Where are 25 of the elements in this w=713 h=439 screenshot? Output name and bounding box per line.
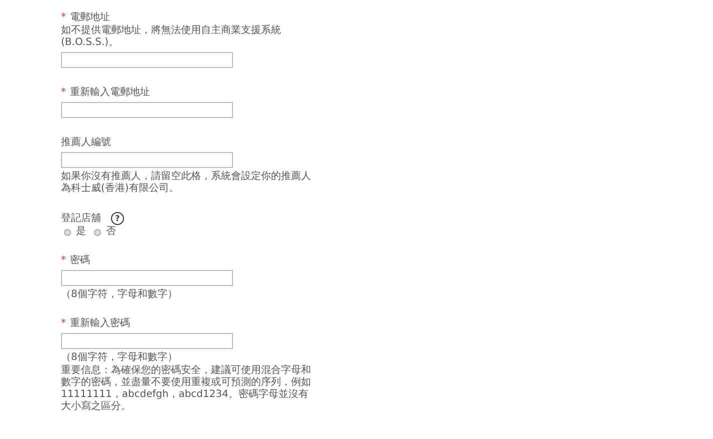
field-label: 電郵地址	[70, 12, 110, 24]
input-field[interactable]	[61, 102, 233, 118]
help-icon[interactable]: ?	[111, 212, 124, 225]
radio-icon[interactable]	[64, 228, 71, 236]
field-label: 密碼	[70, 255, 90, 267]
field-note: 如果你沒有推薦人，請留空此格，系統會設定你的推薦人為科士威(香港)有限公司。	[61, 171, 312, 195]
field-note: （8個字符，字母和數字）	[61, 289, 178, 301]
radio-icon[interactable]	[94, 228, 101, 236]
field-label: 推薦人編號	[61, 137, 111, 149]
field-label: 重新輸入電郵地址	[70, 87, 150, 99]
input-field[interactable]	[61, 333, 233, 349]
required-mark: *	[61, 12, 66, 24]
field-label: 登記店舖	[61, 212, 101, 224]
required-mark: *	[61, 318, 66, 330]
required-mark: *	[61, 255, 66, 267]
input-field[interactable]	[61, 270, 233, 286]
radio-option[interactable]: 是	[64, 226, 86, 238]
field-note: 如不提供電郵地址，將無法使用自主商業支援系統(B.O.S.S.)。	[61, 25, 282, 49]
input-field[interactable]	[61, 152, 233, 168]
radio-option[interactable]: 否	[94, 226, 116, 238]
input-field[interactable]	[61, 52, 233, 68]
field-label: 重新輸入密碼	[70, 318, 130, 330]
field-note: 重要信息：為確保您的密碼安全，建議可使用混合字母和數字的密碼，並盡量不要使用重複或可預測的序列，例如 11111111，abcdefgh，abcd1234。密碼字母並沒有大小寫之區分。	[61, 365, 312, 413]
required-mark: *	[61, 87, 66, 99]
field-note: （8個字符，字母和數字）	[61, 352, 178, 364]
